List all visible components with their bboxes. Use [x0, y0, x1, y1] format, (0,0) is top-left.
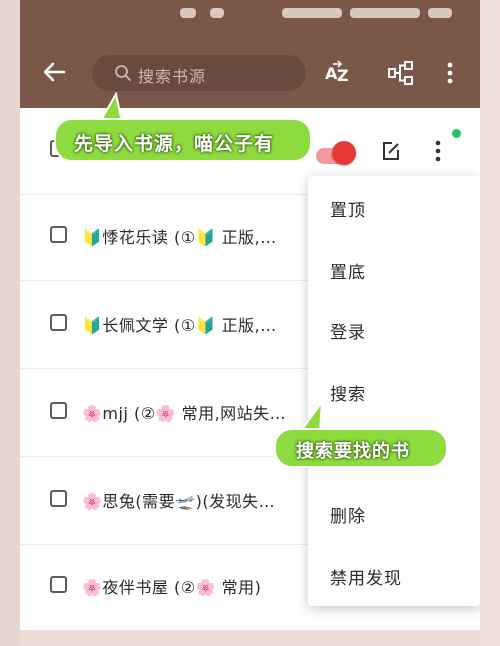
status-signal-icon: [180, 8, 196, 18]
source-name: 🌸夜伴书屋 (②🌸 常用): [82, 578, 262, 597]
row-checkbox[interactable]: [50, 576, 67, 593]
phone-screen: 搜索书源 A Z 🔰悸花乐读 (①🔰 正版,… 🔰长佩文学 (①🔰 正版,… 🌸…: [20, 0, 480, 630]
source-name: 🔰悸花乐读 (①🔰 正版,…: [82, 228, 277, 247]
edit-button[interactable]: [380, 140, 402, 162]
menu-item-search[interactable]: 搜索: [330, 380, 366, 405]
context-menu: 置顶 置底 登录 搜索 删除 禁用发现: [308, 176, 480, 606]
arrow-back-icon: [43, 62, 66, 82]
row-checkbox[interactable]: [50, 314, 67, 331]
row-more-button[interactable]: [430, 138, 446, 164]
search-tip-callout: 搜索要找的书: [274, 428, 448, 468]
status-battery-icon: [428, 8, 452, 18]
search-icon: [115, 65, 131, 81]
status-bar: [20, 0, 480, 26]
status-network-icon: [282, 8, 342, 18]
menu-item-disable-discover[interactable]: 禁用发现: [330, 564, 402, 589]
source-name: 🌸思兔(需要🛫)(发现失…: [82, 492, 276, 511]
menu-item-login[interactable]: 登录: [330, 318, 366, 343]
background-left: [0, 0, 20, 646]
app-bar: 搜索书源 A Z: [20, 0, 480, 108]
row-checkbox[interactable]: [50, 490, 67, 507]
group-icon: [388, 61, 413, 85]
menu-item-pin-bottom[interactable]: 置底: [330, 258, 366, 283]
search-input[interactable]: 搜索书源: [92, 55, 306, 91]
sort-button[interactable]: A Z: [322, 58, 352, 88]
svg-text:Z: Z: [337, 66, 349, 85]
more-vertical-icon: [447, 62, 453, 84]
group-button[interactable]: [386, 58, 416, 88]
menu-item-delete[interactable]: 删除: [330, 502, 366, 527]
background-right: [480, 0, 500, 646]
menu-item-pin-top[interactable]: 置顶: [330, 196, 366, 221]
overflow-menu-button[interactable]: [440, 58, 460, 88]
status-wifi-icon: [210, 8, 224, 18]
search-placeholder: 搜索书源: [138, 67, 207, 86]
row-checkbox[interactable]: [50, 402, 67, 419]
source-name: 🌸mjj (②🌸 常用,网站失…: [82, 404, 287, 423]
sort-az-icon: A Z: [325, 60, 349, 85]
status-info-icon: [350, 8, 420, 18]
row-checkbox[interactable]: [50, 226, 67, 243]
back-button[interactable]: [38, 56, 70, 88]
status-dot: [452, 129, 461, 138]
edit-icon: [383, 142, 399, 160]
import-tip-callout: 先导入书源，喵公子有: [54, 118, 312, 162]
toggle-thumb: [332, 141, 356, 165]
more-vertical-icon: [435, 140, 441, 162]
source-name: 🔰长佩文学 (①🔰 正版,…: [82, 316, 277, 335]
